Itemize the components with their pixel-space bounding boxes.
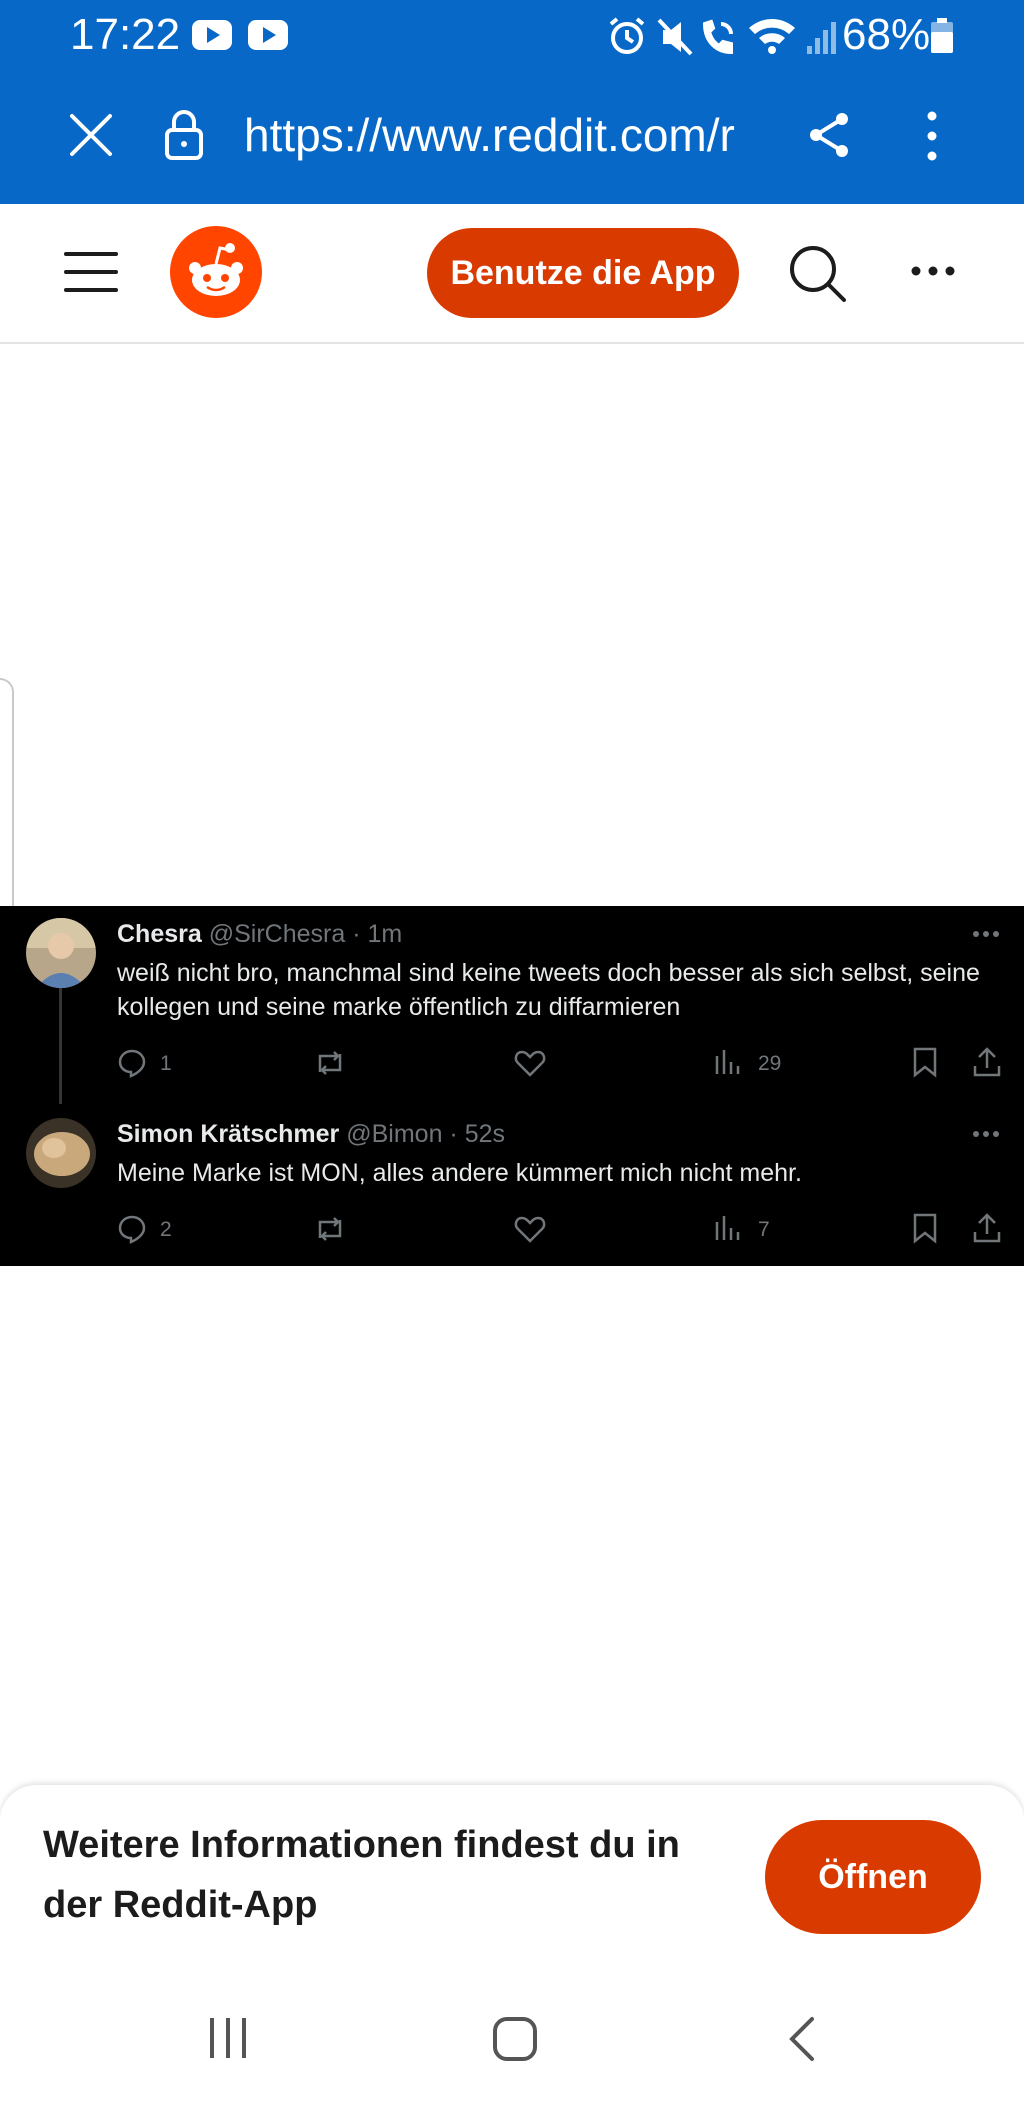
reply-icon[interactable] <box>117 1048 147 1078</box>
wifi-call-icon <box>702 19 733 55</box>
url-field[interactable]: https://www.reddit.com/r <box>244 108 764 162</box>
tweet-handle: @SirChesra · 1m <box>208 920 403 948</box>
wifi-icon <box>749 19 795 54</box>
tweet-text: Meine Marke ist MON, alles andere kümmer… <box>117 1159 802 1187</box>
more-horizontal-icon[interactable] <box>972 1130 1000 1138</box>
retweet-icon[interactable] <box>312 1048 348 1078</box>
mute-icon <box>657 18 693 56</box>
view-count: 7 <box>758 1218 770 1241</box>
views-icon[interactable] <box>714 1214 740 1242</box>
reddit-logo-icon[interactable] <box>170 226 262 318</box>
status-time: 17:22 <box>70 10 181 59</box>
menu-icon[interactable] <box>64 250 118 294</box>
recent-apps-icon[interactable] <box>206 2016 250 2060</box>
close-icon[interactable] <box>68 112 114 158</box>
tweet-text: weiß nicht bro, manchmal sind keine twee… <box>117 959 980 1021</box>
embedded-tweet-screenshot: Chesra @SirChesra · 1m weiß nicht bro, m… <box>0 906 1024 1266</box>
avatar <box>26 918 96 988</box>
tweet-handle: @Bimon · 52s <box>346 1120 506 1148</box>
battery-icon <box>931 18 953 53</box>
bookmark-icon[interactable] <box>912 1212 938 1244</box>
reply-count: 2 <box>160 1218 172 1241</box>
battery-percentage: 68% <box>842 10 931 59</box>
youtube-icon <box>248 20 288 50</box>
status-icons <box>609 17 836 56</box>
use-app-button[interactable]: Benutze die App <box>427 228 739 318</box>
reply-icon[interactable] <box>117 1214 147 1244</box>
more-horizontal-icon[interactable] <box>972 930 1000 938</box>
more-horizontal-icon[interactable] <box>910 264 956 278</box>
share-icon[interactable] <box>972 1046 1002 1078</box>
youtube-icon <box>192 20 232 50</box>
views-icon[interactable] <box>714 1048 740 1076</box>
search-icon[interactable] <box>788 244 848 304</box>
like-icon[interactable] <box>514 1214 546 1244</box>
share-icon[interactable] <box>806 110 852 160</box>
tweet-author: Simon Krätschmer @Bimon · 52s <box>117 1120 506 1148</box>
avatar <box>26 1118 96 1188</box>
open-button[interactable]: Öffnen <box>765 1820 981 1934</box>
lock-icon[interactable] <box>164 108 204 160</box>
home-icon[interactable] <box>492 2016 538 2062</box>
more-vertical-icon[interactable] <box>920 110 944 162</box>
like-icon[interactable] <box>514 1048 546 1078</box>
retweet-icon[interactable] <box>312 1214 348 1244</box>
tweet-author: Chesra @SirChesra · 1m <box>117 920 403 948</box>
bookmark-icon[interactable] <box>912 1046 938 1078</box>
banner-text: Weitere Informationen findest du in der … <box>43 1824 680 1926</box>
reply-count: 1 <box>160 1052 172 1075</box>
back-icon[interactable] <box>786 2016 816 2062</box>
alarm-icon <box>609 17 645 54</box>
signal-icon <box>807 22 836 54</box>
thread-line <box>59 986 62 1104</box>
share-icon[interactable] <box>972 1212 1002 1244</box>
view-count: 29 <box>758 1052 782 1075</box>
